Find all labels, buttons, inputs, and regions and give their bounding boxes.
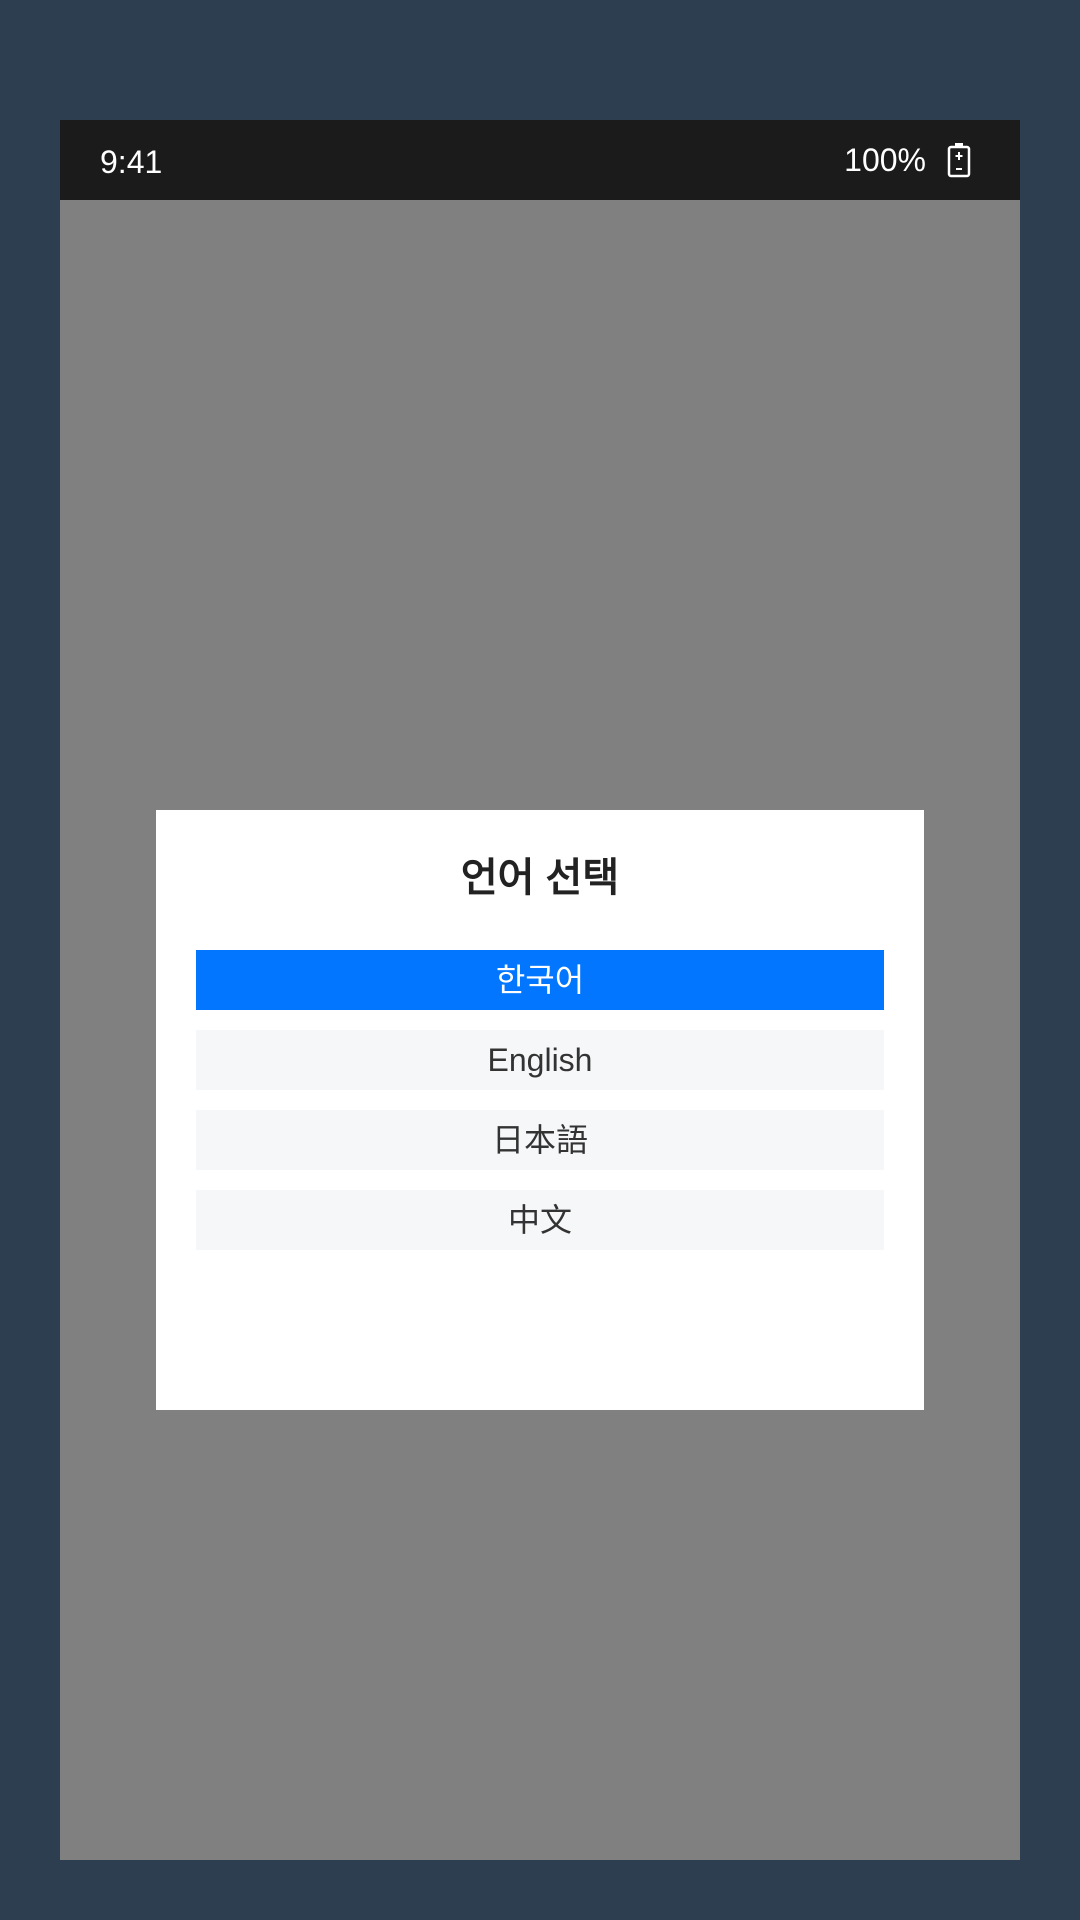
language-option-english[interactable]: English: [196, 1030, 884, 1090]
status-time: 9:41: [100, 144, 163, 180]
status-bar: 9:41 100%: [60, 120, 1020, 200]
language-option-chinese[interactable]: 中文: [196, 1190, 884, 1250]
phone-screen: 9:41 100% 언어 선택 한국어 English 日本語 中文: [60, 120, 1020, 1860]
dialog-title: 언어 선택: [460, 856, 620, 900]
status-right-group: 100%: [844, 120, 972, 200]
language-option-korean[interactable]: 한국어: [196, 950, 884, 1010]
battery-charging-icon: [947, 143, 971, 178]
modal-scrim[interactable]: 언어 선택 한국어 English 日本語 中文: [60, 200, 1020, 1860]
battery-percentage: 100%: [844, 142, 926, 178]
language-select-dialog: 언어 선택 한국어 English 日本語 中文: [156, 810, 924, 1410]
language-option-japanese[interactable]: 日本語: [196, 1110, 884, 1170]
